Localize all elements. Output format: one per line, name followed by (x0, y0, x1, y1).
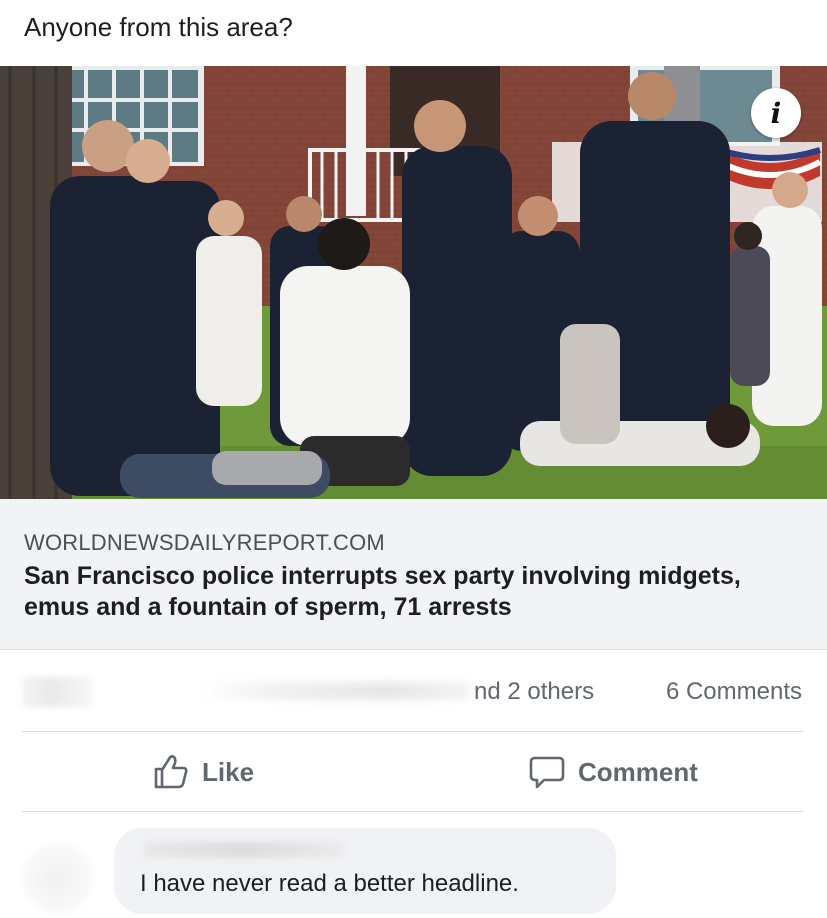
comment-bubble[interactable]: I have never read a better headline. (114, 828, 616, 914)
link-title[interactable]: San Francisco police interrupts sex part… (24, 561, 784, 623)
thumbs-up-icon (154, 755, 188, 789)
reaction-icons-blurred[interactable] (22, 677, 92, 707)
comments-count[interactable]: 6 Comments (666, 678, 802, 706)
avatar[interactable] (22, 842, 94, 914)
like-label: Like (202, 756, 255, 787)
speech-bubble-icon (529, 756, 565, 789)
link-preview[interactable]: WORLDNEWSDAILYREPORT.COM San Francisco p… (0, 499, 827, 650)
reaction-names-blurred (200, 682, 470, 700)
commenter-name-blurred[interactable] (144, 842, 344, 858)
link-domain: WORLDNEWSDAILYREPORT.COM (24, 530, 385, 555)
comment-label: Comment (578, 756, 698, 787)
info-icon: i (770, 96, 782, 130)
link-preview-image[interactable] (0, 66, 827, 499)
reactions-row: nd 2 others 6 Comments (0, 650, 827, 732)
reactions-summary[interactable]: nd 2 others (474, 678, 594, 706)
comment-button[interactable]: Comment (528, 732, 698, 812)
comment-text: I have never read a better headline. (140, 870, 519, 897)
action-bar: Like Comment (0, 732, 827, 812)
like-button[interactable]: Like (152, 732, 254, 812)
info-button[interactable]: i (751, 88, 801, 138)
comment: I have never read a better headline. (0, 812, 827, 918)
post-text: Anyone from this area? (24, 12, 293, 42)
